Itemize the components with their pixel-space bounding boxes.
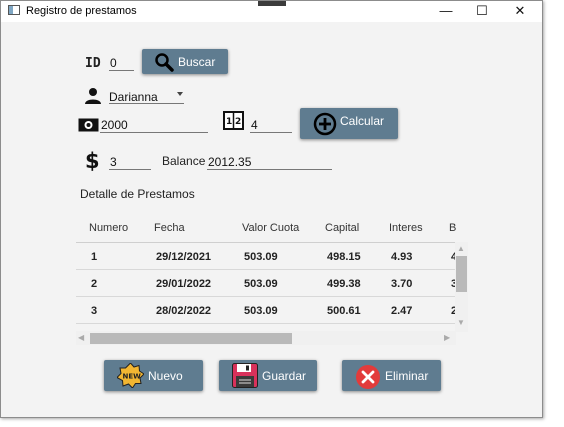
calendar-icon: 1 2	[223, 111, 244, 135]
balance-field	[207, 154, 332, 170]
eliminar-button[interactable]: Eliminar	[342, 360, 441, 391]
cell-numero: 2	[91, 278, 98, 290]
table-row[interactable]: 2 29/01/2022 503.09 499.38 3.70 3	[76, 270, 457, 297]
cell-valor-cuota: 503.09	[244, 251, 278, 263]
calcular-button[interactable]: Calcular	[300, 108, 398, 139]
persona-select[interactable]: Darianna	[109, 90, 184, 104]
cell-interes: 4.93	[391, 251, 413, 263]
window-title: Registro de prestamos	[26, 5, 137, 17]
cell-valor-cuota: 503.09	[244, 278, 278, 290]
title-bar: Registro de prestamos — ☐ ✕	[1, 1, 542, 22]
persona-value: Darianna	[109, 90, 158, 104]
cell-valor-cuota: 503.09	[244, 305, 278, 317]
scroll-left-arrow-icon[interactable]: ◀	[78, 333, 84, 342]
monto-field[interactable]	[100, 117, 208, 133]
balance-label: Balance	[162, 154, 206, 168]
delete-x-icon	[355, 364, 381, 393]
cell-interes: 2.47	[391, 305, 413, 317]
id-field[interactable]	[109, 55, 134, 71]
title-notch	[258, 1, 286, 6]
new-badge-icon: NEW	[116, 362, 145, 391]
id-label: ID	[85, 56, 101, 71]
scroll-right-arrow-icon[interactable]: ▶	[444, 333, 450, 342]
col-header-capital[interactable]: Capital	[325, 222, 359, 234]
guardar-button[interactable]: Guardar	[219, 360, 317, 391]
buscar-button[interactable]: Buscar	[142, 49, 228, 74]
maximize-button[interactable]: ☐	[464, 1, 500, 22]
cell-fecha: 28/02/2022	[156, 305, 212, 317]
scroll-down-arrow-icon[interactable]: ▼	[457, 318, 465, 327]
nuevo-label: Nuevo	[148, 368, 183, 383]
vertical-scroll-thumb[interactable]	[456, 256, 467, 292]
horizontal-scrollbar[interactable]: ◀ ▶	[76, 331, 456, 345]
guardar-label: Guardar	[262, 368, 307, 383]
cell-capital: 500.61	[327, 305, 361, 317]
svg-text:1: 1	[226, 117, 232, 127]
col-header-valor-cuota[interactable]: Valor Cuota	[242, 222, 299, 234]
plus-circle-icon	[313, 112, 337, 139]
main-window: Registro de prestamos — ☐ ✕ ID Buscar Da…	[0, 0, 543, 418]
cell-capital: 499.38	[327, 278, 361, 290]
person-icon	[84, 87, 102, 110]
col-header-fecha[interactable]: Fecha	[154, 222, 185, 234]
cell-fecha: 29/01/2022	[156, 278, 212, 290]
cell-numero: 3	[91, 305, 98, 317]
eliminar-label: Eliminar	[385, 368, 429, 383]
floppy-disk-icon	[232, 363, 258, 391]
close-button[interactable]: ✕	[502, 1, 538, 22]
cuotas-field[interactable]	[250, 117, 292, 133]
window-icon	[8, 5, 20, 15]
scroll-up-arrow-icon[interactable]: ▲	[457, 244, 465, 253]
detalle-grid[interactable]: Numero Fecha Valor Cuota Capital Interes…	[76, 212, 468, 347]
calcular-label: Calcular	[340, 114, 385, 128]
cell-fecha: 29/12/2021	[156, 251, 212, 263]
vertical-scrollbar[interactable]: ▲ ▼	[455, 242, 468, 332]
minimize-button[interactable]: —	[428, 1, 464, 22]
col-header-balance[interactable]: B	[449, 222, 456, 234]
cell-capital: 498.15	[327, 251, 361, 263]
col-header-interes[interactable]: Interes	[389, 222, 423, 234]
horizontal-scroll-thumb[interactable]	[90, 333, 292, 344]
cell-interes: 3.70	[391, 278, 413, 290]
svg-text:NEW: NEW	[123, 373, 142, 381]
col-header-numero[interactable]: Numero	[89, 222, 128, 234]
magnifier-icon	[154, 52, 174, 75]
svg-text:2: 2	[235, 117, 241, 127]
table-row[interactable]: 1 29/12/2021 503.09 498.15 4.93 4	[76, 243, 457, 270]
detalle-title: Detalle de Prestamos	[80, 187, 195, 201]
interes-field[interactable]	[109, 154, 151, 170]
cell-numero: 1	[91, 251, 98, 263]
dollar-icon: $	[85, 149, 100, 173]
buscar-label: Buscar	[178, 54, 216, 69]
table-row[interactable]: 3 28/02/2022 503.09 500.61 2.47 2	[76, 297, 457, 324]
nuevo-button[interactable]: NEW Nuevo	[104, 360, 203, 391]
money-icon	[78, 118, 99, 137]
chevron-down-icon	[177, 92, 183, 96]
